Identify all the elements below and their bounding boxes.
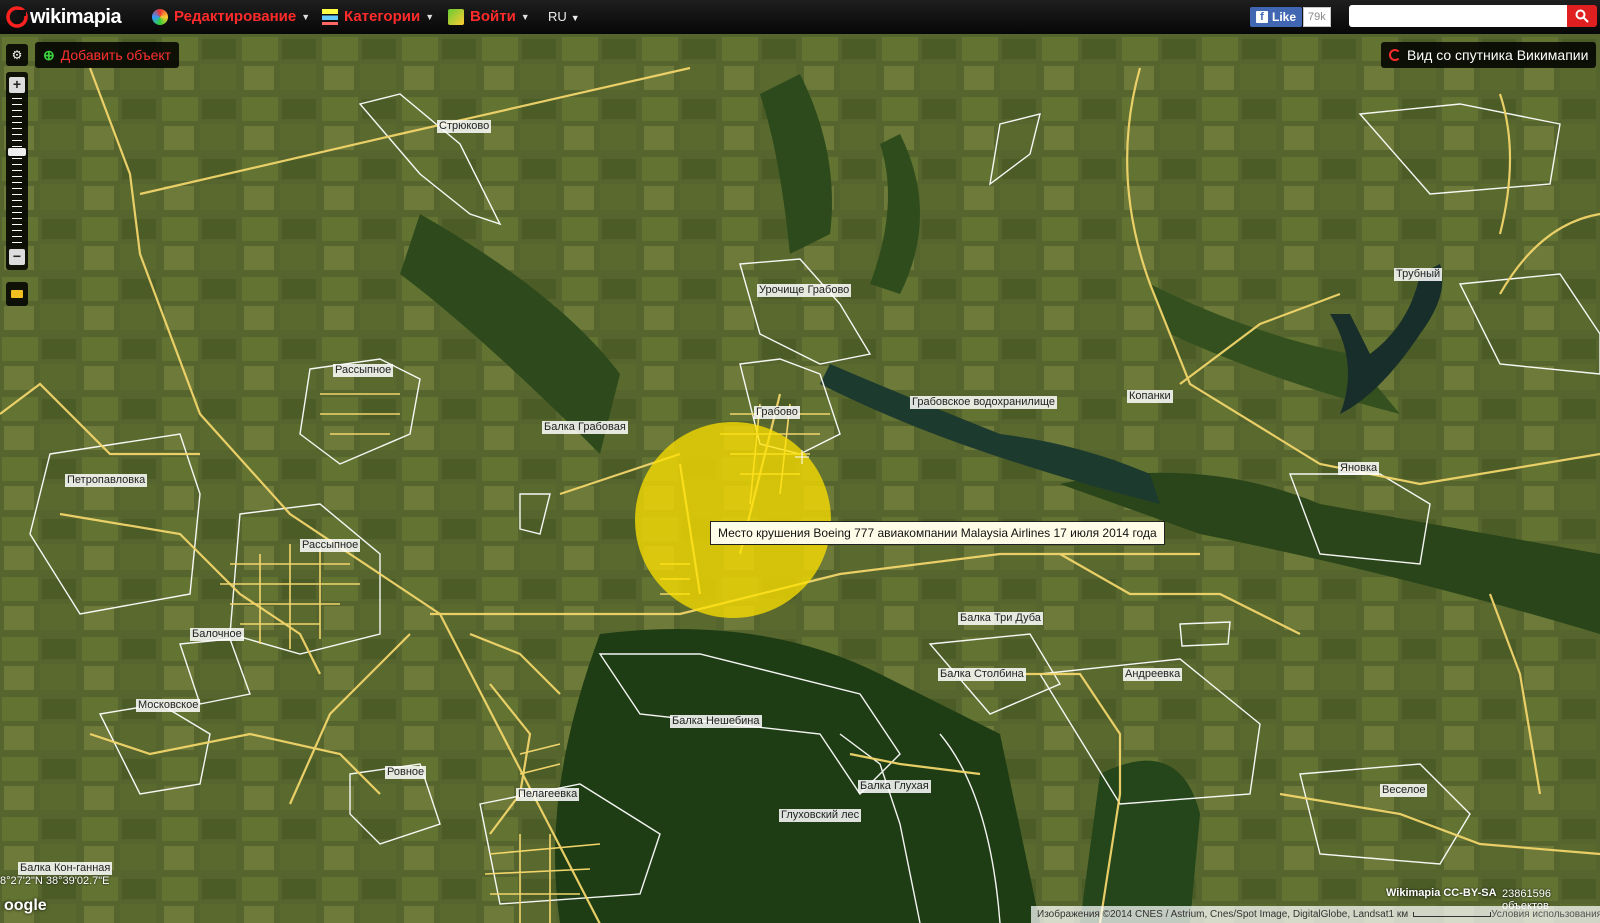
wikimapia-logo[interactable]: wikimapia — [6, 5, 122, 29]
place-label[interactable]: Андреевка — [1123, 668, 1183, 681]
zoom-control: + − — [6, 72, 28, 270]
logo-icon — [6, 6, 28, 28]
language-label: RU — [548, 9, 567, 24]
place-label[interactable]: Урочище Грабово — [757, 284, 852, 297]
ruler-icon — [11, 290, 23, 298]
chevron-down-icon: ▼ — [520, 11, 530, 22]
place-label[interactable]: Пелагеевка — [516, 788, 580, 801]
fb-like-label: Like — [1272, 10, 1297, 24]
settings-button[interactable]: ⚙ — [6, 44, 28, 66]
facebook-icon: f — [1256, 11, 1268, 23]
categories-icon — [322, 8, 338, 25]
place-label[interactable]: Балка Нешебина — [670, 715, 762, 728]
place-label[interactable]: Балка Кон-ганная — [18, 862, 113, 875]
wikimapia-logo-icon — [1389, 49, 1401, 61]
ruler-button[interactable] — [6, 282, 28, 306]
zoom-in-button[interactable]: + — [9, 77, 25, 93]
satellite-map[interactable]: Стрюково Урочище Грабово Трубный Рассыпн… — [0, 34, 1600, 923]
place-label[interactable]: Глуховский лес — [779, 809, 862, 822]
place-label[interactable]: Балочное — [190, 628, 244, 641]
place-label[interactable]: Веселое — [1380, 784, 1428, 797]
map-attribution-bar: Изображения ©2014 CNES / Astrium, Cnes/S… — [1031, 906, 1600, 923]
place-label[interactable]: Балка Три Дуба — [958, 612, 1043, 625]
place-label[interactable]: Петропавловка — [65, 474, 148, 487]
cursor-coordinates: 8°27'2"N 38°39'02.7"E — [0, 875, 110, 887]
menu-edit-label: Редактирование — [174, 8, 297, 25]
language-selector[interactable]: RU ▼ — [548, 9, 580, 24]
map-scale: 1 км — [1388, 909, 1492, 920]
menu-login-label: Войти — [470, 8, 516, 25]
facebook-like-button[interactable]: f Like — [1250, 7, 1303, 27]
place-label[interactable]: Московское — [136, 699, 201, 712]
place-label[interactable]: Яновка — [1338, 462, 1380, 475]
zoom-slider-track[interactable] — [12, 98, 22, 246]
place-label[interactable]: Грабово — [754, 406, 800, 419]
satellite-view-label: Вид со спутника Викимапии — [1407, 47, 1589, 63]
satellite-view-button[interactable]: Вид со спутника Викимапии — [1381, 42, 1597, 68]
menu-edit[interactable]: Редактирование ▼ — [152, 8, 310, 25]
place-label[interactable]: Рассыпное — [300, 539, 361, 552]
terms-of-use-link[interactable]: Условия использования — [1491, 909, 1600, 920]
crash-site-tooltip: Место крушения Boeing 777 авиакомпании M… — [710, 521, 1165, 545]
fb-like-count: 79k — [1303, 7, 1331, 27]
chevron-down-icon: ▼ — [425, 11, 435, 22]
add-object-label: Добавить объект — [60, 47, 172, 63]
search-icon — [1575, 9, 1589, 23]
add-object-button[interactable]: ⊕ Добавить объект — [35, 42, 180, 68]
place-label[interactable]: Ровное — [385, 766, 427, 779]
place-label[interactable]: Балка Грабовая — [542, 421, 628, 434]
palette-icon — [152, 8, 168, 25]
chevron-down-icon: ▼ — [301, 11, 311, 22]
gear-icon: ⚙ — [11, 48, 23, 62]
place-label[interactable]: Грабовское водохранилище — [910, 396, 1058, 409]
imagery-attribution: Изображения ©2014 CNES / Astrium, Cnes/S… — [1037, 909, 1389, 920]
license-text[interactable]: Wikimapia CC-BY-SA — [1386, 887, 1497, 899]
chevron-down-icon: ▼ — [570, 13, 580, 23]
zoom-slider-handle[interactable] — [8, 148, 26, 156]
login-icon — [448, 8, 464, 25]
place-label[interactable]: Стрюково — [437, 120, 492, 133]
scale-label: 1 км — [1388, 909, 1409, 920]
place-label[interactable]: Балка Глухая — [858, 780, 931, 793]
logo-text: wikimapia — [30, 5, 122, 28]
menu-categories-label: Категории — [344, 8, 421, 25]
menu-login[interactable]: Войти ▼ — [448, 8, 530, 25]
add-place-icon: ⊕ — [43, 46, 55, 63]
google-logo: oogle — [4, 897, 47, 914]
place-label[interactable]: Копанки — [1127, 390, 1173, 403]
top-bar: wikimapia Редактирование ▼ Категории ▼ В… — [0, 0, 1600, 34]
crosshair-icon — [795, 450, 809, 464]
zoom-out-button[interactable]: − — [9, 249, 25, 265]
search-input[interactable] — [1349, 5, 1573, 27]
place-label[interactable]: Балка Столбина — [938, 668, 1026, 681]
scale-bar — [1413, 912, 1492, 917]
place-label[interactable]: Рассыпное — [333, 364, 394, 377]
search-button[interactable] — [1567, 5, 1597, 27]
menu-categories[interactable]: Категории ▼ — [322, 8, 434, 25]
place-label[interactable]: Трубный — [1394, 268, 1443, 281]
